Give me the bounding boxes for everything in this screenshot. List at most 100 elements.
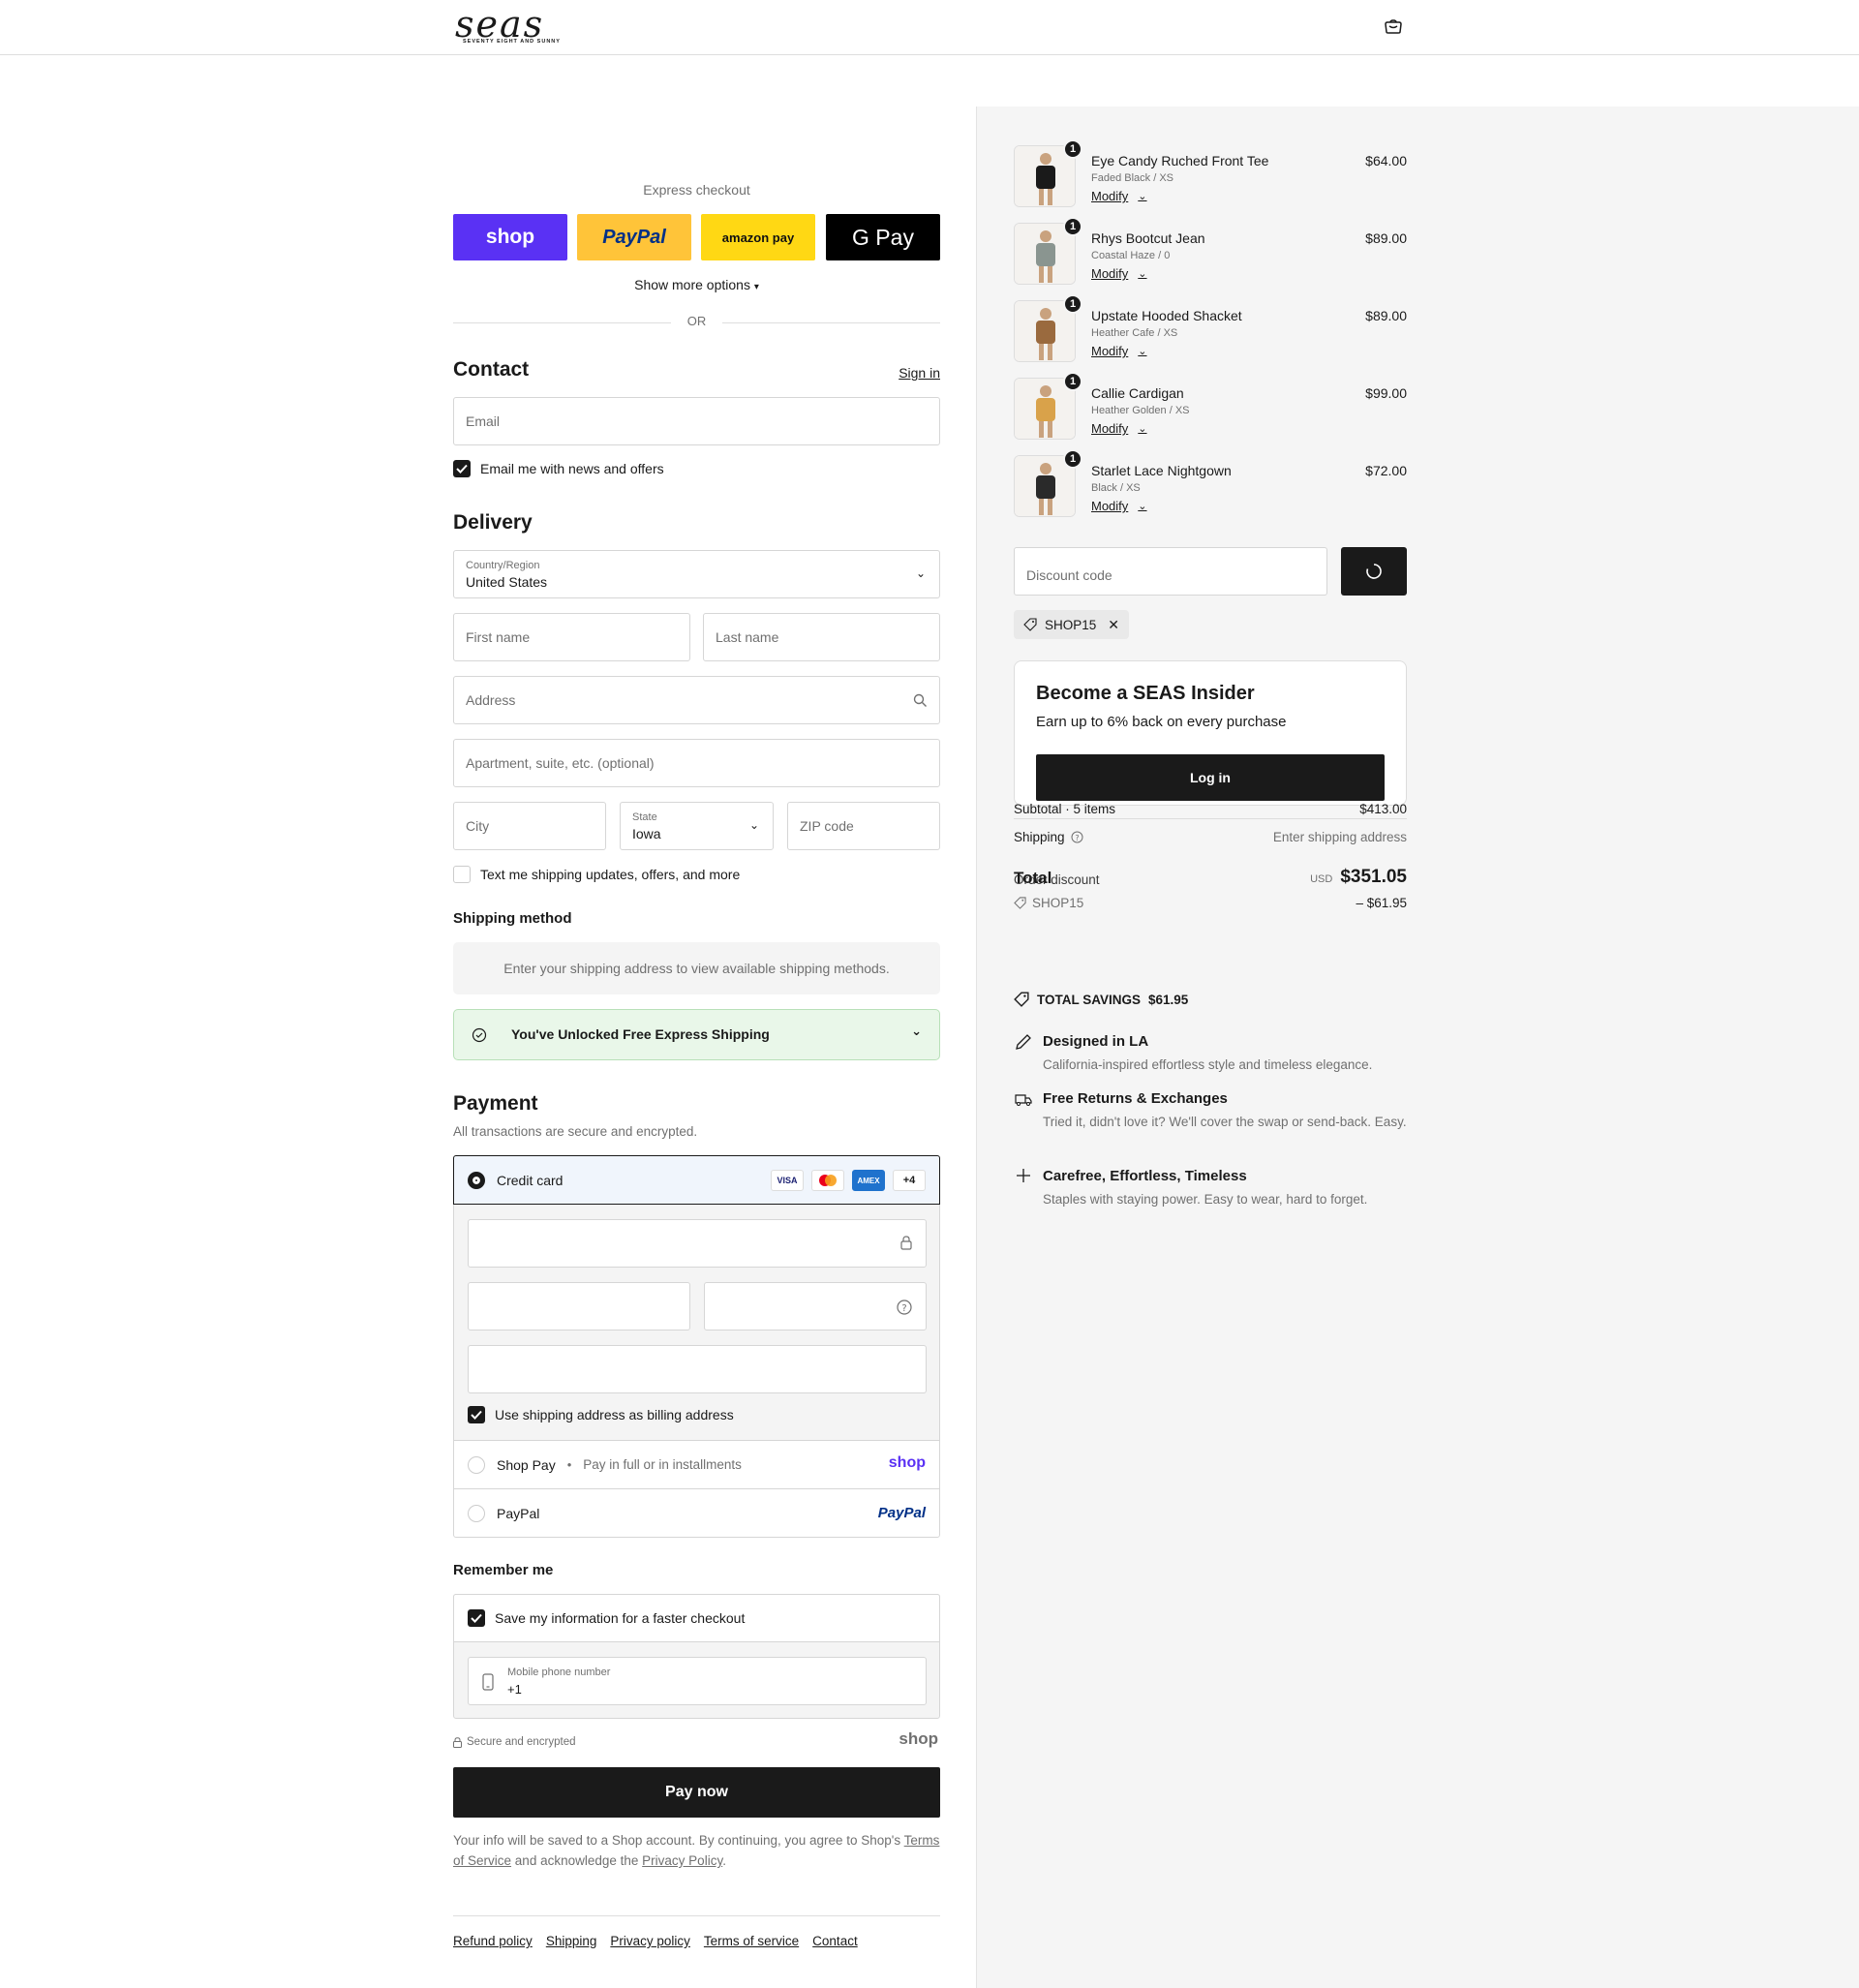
search-icon [913,693,927,707]
item-price: $64.00 [1365,153,1407,168]
apply-discount-button[interactable] [1341,547,1407,596]
footer-link-shipping[interactable]: Shipping [546,1934,597,1948]
state-select[interactable]: State Iowa ⌄ [620,802,774,850]
lock-icon [900,1236,912,1250]
check-circle-icon [472,1027,487,1043]
amex-icon: AMEX [852,1170,885,1191]
chevron-down-icon: ⌄ [748,818,759,832]
newsletter-checkbox[interactable] [453,460,471,477]
paypal-option[interactable]: PayPal PayPal [453,1488,940,1538]
help-icon[interactable]: ? [897,1300,912,1315]
paypal-express-button[interactable]: PayPal [577,214,691,260]
cart-item: 1 Starlet Lace Nightgown Black / XS Modify ⌄… [1014,449,1407,521]
chevron-down-icon: ▾ [753,282,759,292]
item-price: $99.00 [1365,385,1407,401]
shop-pay-option[interactable]: Shop Pay • Pay in full or in installment… [453,1440,940,1489]
tag-icon [1014,992,1029,1007]
remove-discount-icon[interactable]: ✕ [1108,617,1119,633]
item-price: $89.00 [1365,308,1407,323]
item-variant: Faded Black / XS [1091,172,1173,184]
seas-logo[interactable]: seas SEVENTY EIGHT AND SUNNY [455,6,600,45]
pay-now-button[interactable]: Pay now [453,1767,940,1818]
item-name: Upstate Hooded Shacket [1091,308,1242,323]
credit-card-radio[interactable] [468,1171,485,1189]
cart-bag-icon[interactable] [1384,19,1403,35]
footer-link-terms[interactable]: Terms of service [704,1934,799,1948]
cart-item: 1 Upstate Hooded Shacket Heather Cafe / XS… [1014,294,1407,366]
discount-code-row: SHOP15 [1014,896,1083,910]
show-more-options[interactable]: Show more options ▾ [453,277,940,292]
discount-code-field[interactable]: Discount code [1014,547,1327,596]
site-header: seas SEVENTY EIGHT AND SUNNY [0,0,1859,55]
item-price: $72.00 [1365,463,1407,478]
email-field[interactable]: Email [453,397,940,445]
insider-title: Become a SEAS Insider [1036,683,1255,704]
city-field[interactable]: City [453,802,606,850]
payment-subtitle: All transactions are secure and encrypte… [453,1124,698,1139]
sms-checkbox[interactable] [453,866,471,883]
security-code-field[interactable]: ? [704,1282,927,1330]
checkmark-icon [471,1410,482,1420]
zip-field[interactable]: ZIP code [787,802,940,850]
shipping-method-notice: Enter your shipping address to view avai… [453,942,940,994]
chevron-down-icon: ⌄ [1138,423,1147,435]
remember-me-heading: Remember me [453,1562,554,1578]
expiration-date-field[interactable] [468,1282,690,1330]
shop-pay-express-button[interactable]: shop [453,214,567,260]
free-shipping-promo[interactable]: You've Unlocked Free Express Shipping ⌄ [453,1009,940,1060]
total-savings: TOTAL SAVINGS $61.95 [1014,992,1188,1007]
item-name: Callie Cardigan [1091,385,1184,401]
lock-icon [453,1736,462,1748]
cart-item: 1 Eye Candy Ruched Front Tee Faded Black /… [1014,139,1407,211]
phone-icon [482,1673,494,1691]
billing-checkbox[interactable] [468,1406,485,1423]
delivery-heading: Delivery [453,511,533,534]
name-on-card-field[interactable] [468,1345,927,1393]
pencil-icon [1016,1034,1031,1050]
help-icon[interactable]: ? [1071,831,1083,843]
modify-item-link[interactable]: Modify ⌄ [1091,499,1147,513]
cart-item: 1 Callie Cardigan Heather Golden / XS Modif… [1014,372,1407,443]
google-pay-express-button[interactable]: G Pay [826,214,940,260]
applied-discount-tag: SHOP15 ✕ [1014,610,1130,639]
contact-heading: Contact [453,358,530,381]
footer-link-refund[interactable]: Refund policy [453,1934,533,1948]
save-info-checkbox-row[interactable]: Save my information for a faster checkou… [468,1609,745,1627]
sign-in-link[interactable]: Sign in [899,365,940,381]
footer-divider [453,1915,940,1916]
last-name-field[interactable]: Last name [703,613,940,661]
paypal-logo: PayPal [877,1505,926,1521]
billing-checkbox-row[interactable]: Use shipping address as billing address [468,1406,734,1423]
save-info-checkbox[interactable] [468,1609,485,1627]
apartment-field[interactable]: Apartment, suite, etc. (optional) [453,739,940,787]
credit-card-option[interactable]: Credit card VISA AMEX +4 [453,1155,940,1205]
quantity-badge: 1 [1063,139,1082,159]
mobile-phone-field[interactable]: Mobile phone number +1 [468,1657,927,1705]
modify-item-link[interactable]: Modify ⌄ [1091,266,1147,281]
privacy-policy-link[interactable]: Privacy Policy [642,1853,722,1868]
footer-link-privacy[interactable]: Privacy policy [610,1934,690,1948]
item-variant: Heather Cafe / XS [1091,327,1178,339]
footer-links: Refund policy Shipping Privacy policy Te… [453,1934,858,1948]
or-divider: OR [453,314,940,328]
shipping-row: Shipping ? Enter shipping address [1014,830,1407,844]
first-name-field[interactable]: First name [453,613,690,661]
card-number-field[interactable] [468,1219,927,1268]
amazon-pay-express-button[interactable]: amazon pay [701,214,815,260]
card-brands: VISA AMEX +4 [771,1170,926,1191]
footer-link-contact[interactable]: Contact [812,1934,858,1948]
newsletter-checkbox-row[interactable]: Email me with news and offers [453,460,664,477]
insider-subtitle: Earn up to 6% back on every purchase [1036,714,1287,730]
order-discount-label: Order discount [1014,872,1100,887]
address-field[interactable]: Address [453,676,940,724]
mastercard-icon [811,1170,844,1191]
country-select[interactable]: Country/Region United States ⌄ [453,550,940,598]
modify-item-link[interactable]: Modify ⌄ [1091,189,1147,203]
sms-checkbox-row[interactable]: Text me shipping updates, offers, and mo… [453,866,740,883]
paypal-radio[interactable] [468,1504,485,1522]
shop-pay-radio[interactable] [468,1455,485,1474]
modify-item-link[interactable]: Modify ⌄ [1091,421,1147,436]
insider-login-button[interactable]: Log in [1036,754,1385,801]
modify-item-link[interactable]: Modify ⌄ [1091,344,1147,358]
feature-description: Staples with staying power. Easy to wear… [1043,1192,1368,1207]
